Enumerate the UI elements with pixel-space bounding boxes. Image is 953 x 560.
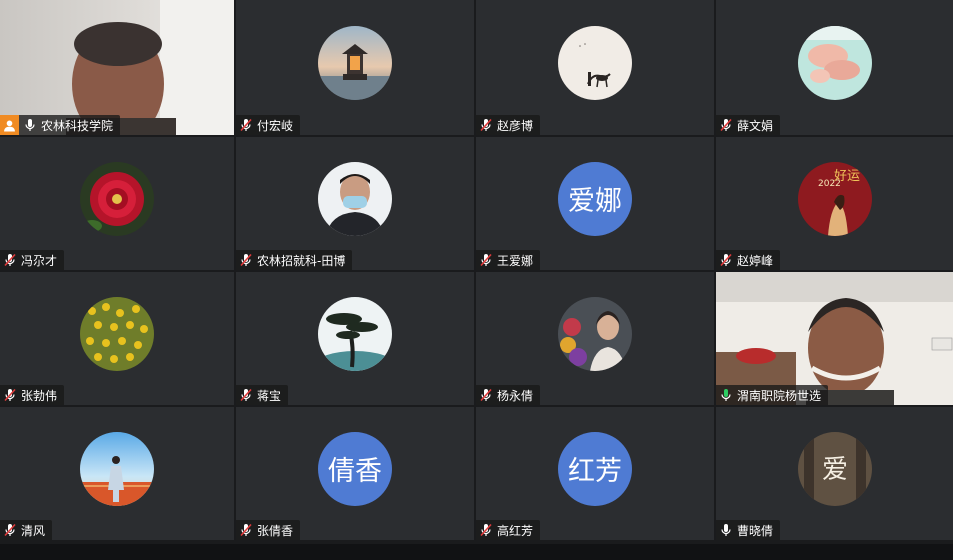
participant-name: 张倩香 — [257, 523, 294, 538]
participant-nametag: 农林招就科-田博 — [236, 250, 353, 270]
participant-avatar — [318, 296, 392, 371]
participant-avatar — [80, 161, 154, 236]
participant-nametag: 张倩香 — [236, 520, 301, 540]
participant-nametag: 王爱娜 — [476, 250, 541, 270]
participant-tile[interactable]: 杨永倩 — [476, 272, 714, 405]
participant-name: 付宏岐 — [257, 118, 294, 133]
participant-avatar: 爱 — [797, 431, 872, 506]
mic-on-icon — [721, 389, 731, 401]
participant-initials: 爱娜 — [558, 161, 632, 236]
participant-nametag: 薛文娟 — [716, 115, 781, 135]
mic-muted-icon — [240, 253, 252, 267]
participant-tile[interactable]: 农林招就科-田博 — [236, 137, 474, 270]
participant-nametag: 赵婷峰 — [716, 250, 781, 270]
mic-muted-icon — [4, 388, 16, 402]
participant-name: 王爱娜 — [497, 253, 534, 268]
participant-name: 张勃伟 — [21, 388, 58, 403]
avatar-caption-text: 爱 — [822, 455, 848, 485]
participant-nametag: 蒋宝 — [236, 385, 289, 405]
mic-muted-icon — [240, 118, 252, 132]
mic-muted-icon — [240, 388, 252, 402]
participant-name: 高红芳 — [497, 523, 534, 538]
participant-avatar — [80, 296, 154, 371]
participant-name: 曹晓倩 — [737, 523, 774, 538]
host-icon — [0, 115, 19, 135]
mic-muted-icon — [240, 523, 252, 537]
participant-tile[interactable]: 倩香 张倩香 — [236, 407, 474, 540]
participant-avatar — [318, 161, 392, 236]
participant-nametag: 清风 — [0, 520, 53, 540]
mic-muted-icon — [480, 253, 492, 267]
mic-muted-icon — [480, 118, 492, 132]
participant-name: 农林科技学院 — [41, 118, 114, 133]
mic-muted-icon — [480, 388, 492, 402]
participant-tile[interactable]: 张勃伟 — [0, 272, 234, 405]
mic-muted-icon — [480, 523, 492, 537]
participant-initials: 红芳 — [558, 431, 632, 506]
bottom-toolbar-strip — [0, 544, 953, 560]
participant-name: 农林招就科-田博 — [257, 253, 346, 268]
video-grid: 农林科技学院 付宏岐 赵彦博 薛文娟 冯尕才 农林招就科-田博 爱娜 王爱娜 2… — [0, 0, 953, 544]
participant-nametag: 农林科技学院 — [0, 115, 121, 135]
participant-tile[interactable]: 爱娜 王爱娜 — [476, 137, 714, 270]
participant-avatar — [558, 25, 632, 100]
participant-nametag: 杨永倩 — [476, 385, 541, 405]
participant-name: 赵婷峰 — [737, 253, 774, 268]
participant-name: 杨永倩 — [497, 388, 534, 403]
participant-nametag: 张勃伟 — [0, 385, 65, 405]
participant-tile[interactable]: 付宏岐 — [236, 0, 474, 135]
participant-tile[interactable]: 2022 好运 赵婷峰 — [716, 137, 953, 270]
participant-avatar: 2022 好运 — [797, 161, 872, 236]
mic-muted-icon — [720, 253, 732, 267]
avatar-caption-text: 好运 — [834, 169, 860, 184]
participant-tile[interactable]: 爱 曹晓倩 — [716, 407, 953, 540]
mic-on-icon — [721, 524, 731, 536]
participant-name: 赵彦博 — [497, 118, 534, 133]
participant-avatar — [80, 431, 154, 506]
participant-tile-active-speaker[interactable]: 渭南职院杨世选 — [716, 272, 953, 405]
mic-muted-icon — [4, 253, 16, 267]
participant-nametag: 冯尕才 — [0, 250, 65, 270]
participant-nametag: 付宏岐 — [236, 115, 301, 135]
participant-avatar — [318, 25, 392, 100]
participant-tile[interactable]: 赵彦博 — [476, 0, 714, 135]
participant-tile[interactable]: 薛文娟 — [716, 0, 953, 135]
participant-avatar — [797, 25, 872, 100]
mic-on-icon — [25, 119, 35, 131]
participant-tile[interactable]: 蒋宝 — [236, 272, 474, 405]
participant-tile[interactable]: 冯尕才 — [0, 137, 234, 270]
participant-name: 蒋宝 — [257, 388, 282, 403]
mic-muted-icon — [4, 523, 16, 537]
participant-name: 冯尕才 — [21, 253, 58, 268]
participant-nametag: 渭南职院杨世选 — [716, 385, 829, 405]
participant-initials: 倩香 — [318, 431, 392, 506]
participant-name: 渭南职院杨世选 — [737, 388, 822, 403]
participant-nametag: 高红芳 — [476, 520, 541, 540]
participant-avatar — [558, 296, 632, 371]
participant-tile[interactable]: 农林科技学院 — [0, 0, 234, 135]
participant-nametag: 曹晓倩 — [716, 520, 781, 540]
mic-muted-icon — [720, 118, 732, 132]
participant-tile[interactable]: 清风 — [0, 407, 234, 540]
participant-name: 薛文娟 — [737, 118, 774, 133]
participant-tile[interactable]: 红芳 高红芳 — [476, 407, 714, 540]
participant-nametag: 赵彦博 — [476, 115, 541, 135]
participant-name: 清风 — [21, 523, 46, 538]
